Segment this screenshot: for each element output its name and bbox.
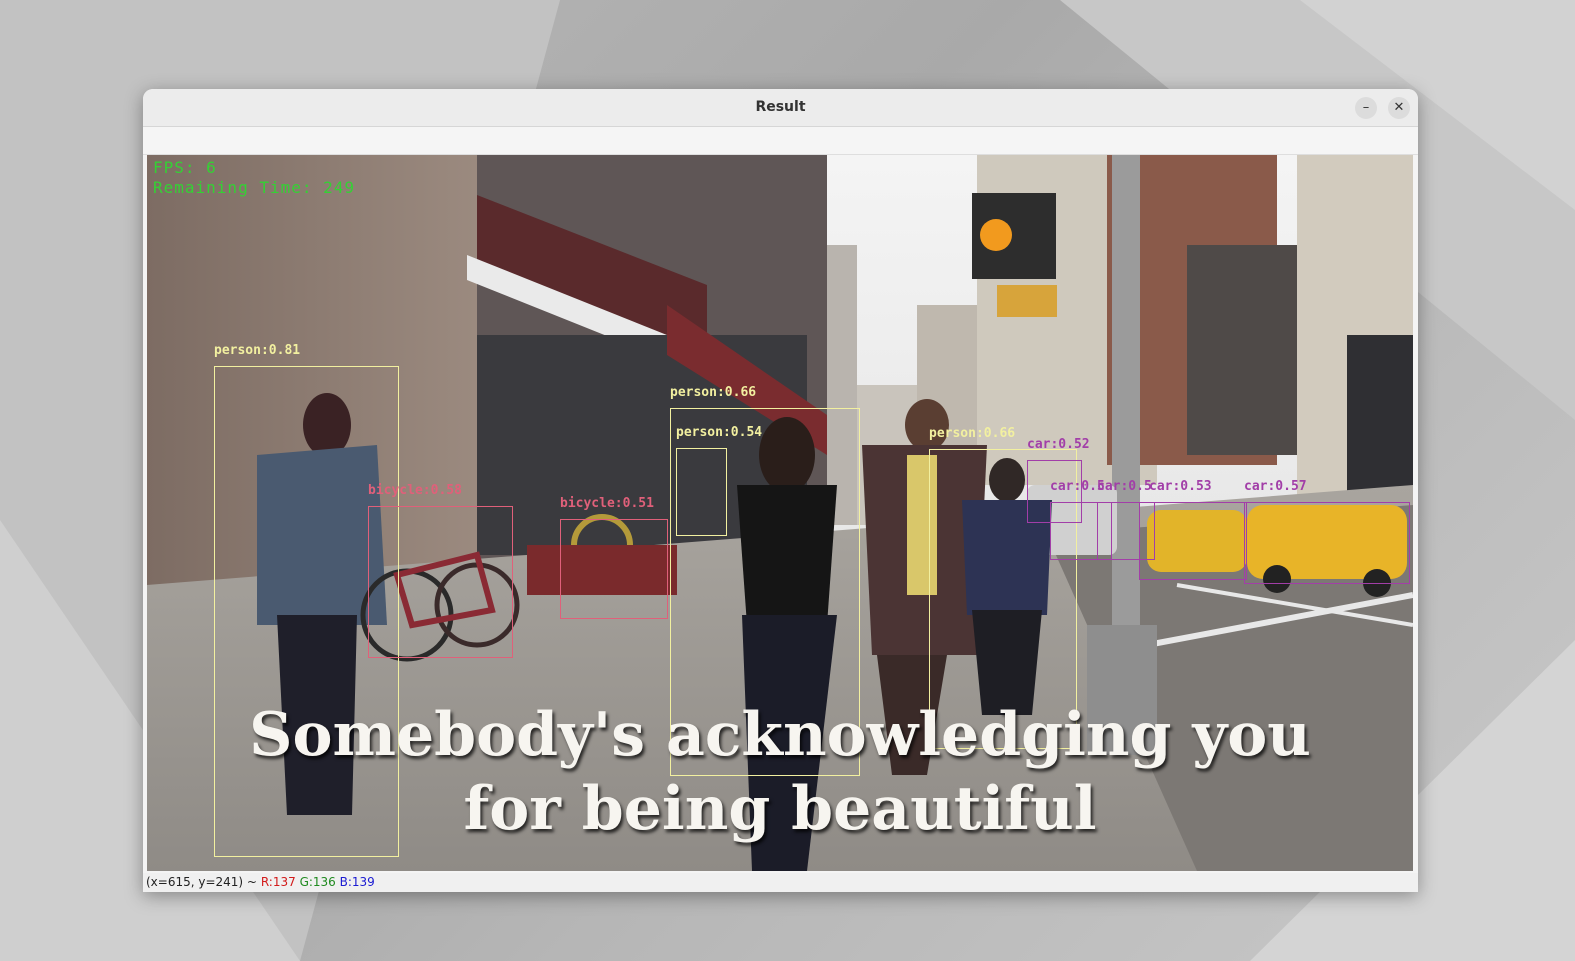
detection-label: car:0.57 — [1244, 479, 1307, 494]
status-bar: (x=615, y=241) ~ R:137 G:136 B:139 — [143, 873, 1418, 892]
detection-label: car:0.52 — [1027, 437, 1090, 452]
toolbar — [143, 127, 1418, 155]
detection-label: person:0.66 — [929, 426, 1016, 441]
detection-box-car — [1139, 502, 1247, 580]
fps-readout: FPS: 6 — [153, 158, 217, 177]
subtitle-line-2: for being beautiful — [463, 774, 1097, 844]
detection-label: car:0.53 — [1149, 479, 1212, 494]
detection-box-bicycle — [368, 506, 513, 658]
detection-label: car:0.5 — [1097, 479, 1152, 494]
detection-label: person:0.66 — [670, 385, 757, 400]
detection-label: person:0.81 — [214, 343, 301, 358]
subtitle-line-1: Somebody's acknowledging you — [249, 700, 1311, 770]
minimize-button[interactable]: – — [1355, 97, 1377, 119]
pixel-blue-value: B:139 — [339, 875, 375, 889]
close-button[interactable]: ✕ — [1388, 97, 1410, 119]
pixel-green-value: G:136 — [299, 875, 336, 889]
pixel-red-value: R:137 — [260, 875, 296, 889]
detection-box-person — [676, 448, 727, 536]
detection-label: bicycle:0.58 — [368, 483, 462, 498]
detection-label: bicycle:0.51 — [560, 496, 654, 511]
detection-box-car — [1244, 502, 1410, 584]
video-frame[interactable]: FPS: 6 Remaining Time: 249 person:0.81 p… — [147, 155, 1413, 871]
cursor-coordinates: (x=615, y=241) ~ — [146, 875, 257, 889]
title-bar[interactable]: Result – ✕ — [143, 89, 1418, 127]
result-window: Result – ✕ FPS: 6 Remaining Time: 249 pe… — [143, 89, 1418, 892]
window-title: Result — [755, 99, 806, 115]
detection-label: person:0.54 — [676, 425, 763, 440]
detection-box-bicycle — [560, 519, 668, 619]
remaining-time-readout: Remaining Time: 249 — [153, 178, 356, 197]
